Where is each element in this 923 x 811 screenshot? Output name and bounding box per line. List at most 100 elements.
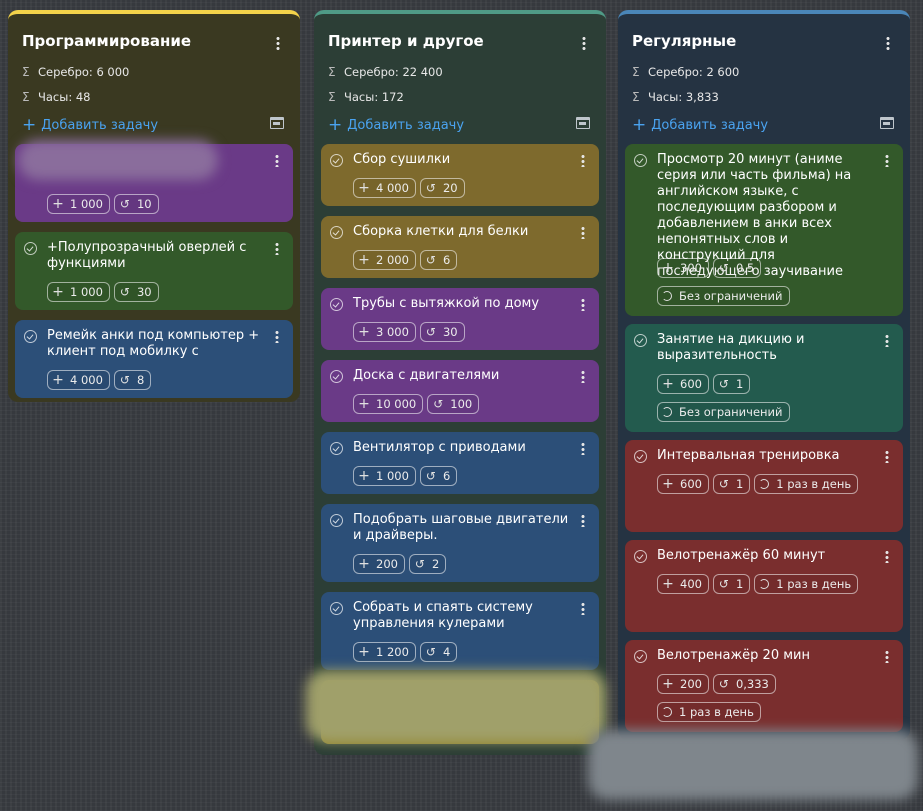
card-menu-icon[interactable] [581, 514, 585, 527]
card-chips: +10 000 ↺ 100 [353, 394, 480, 414]
board-view-icon[interactable] [880, 117, 894, 129]
plus-icon: + [358, 556, 370, 572]
check-circle-icon[interactable] [330, 602, 343, 615]
card-menu-icon[interactable] [581, 370, 585, 383]
card-chips: +1 000 ↺ 10 [47, 194, 159, 214]
task-card[interactable]: Велотренажёр 60 минут +400 ↺ 1 1 раз в де… [625, 540, 903, 632]
reward-chip: +200 [353, 554, 405, 574]
card-menu-icon[interactable] [885, 334, 889, 347]
task-card[interactable]: Сбор сушилки +4 000 ↺ 20 [321, 144, 599, 206]
redaction-smudge [306, 670, 606, 742]
card-chips: +400 ↺ 1 1 раз в день [657, 574, 859, 594]
schedule-chip: Без ограничений [657, 402, 790, 422]
stat-hours: Σ Часы: 48 [22, 90, 91, 104]
sigma-icon: Σ [632, 65, 640, 79]
column-title: Принтер и другое [328, 32, 484, 50]
history-icon: ↺ [718, 261, 729, 275]
sigma-icon: Σ [22, 65, 30, 79]
column-menu-icon[interactable] [582, 36, 586, 50]
card-chips: +4 000 ↺ 8 [47, 370, 152, 390]
reward-chip: +400 [657, 574, 709, 594]
check-circle-icon[interactable] [330, 154, 343, 167]
card-title: Вентилятор с приводами [353, 440, 526, 455]
card-menu-icon[interactable] [581, 226, 585, 239]
check-circle-icon[interactable] [330, 298, 343, 311]
history-icon: ↺ [718, 477, 729, 491]
check-circle-icon[interactable] [634, 450, 647, 463]
task-card[interactable]: +Полупрозрачный оверлей с функциями +1 0… [15, 232, 293, 310]
card-chips: +1 000 ↺ 6 [353, 466, 458, 486]
plus-icon: + [358, 396, 370, 412]
column-title: Программирование [22, 32, 192, 50]
check-circle-icon[interactable] [634, 650, 647, 663]
check-circle-icon[interactable] [634, 334, 647, 347]
add-task-button[interactable]: + Добавить задачу [632, 114, 768, 135]
card-chips: +1 000 ↺ 30 [47, 282, 159, 302]
card-menu-icon[interactable] [885, 450, 889, 463]
schedule-chip: 1 раз в день [754, 474, 859, 494]
task-card[interactable]: Просмотр 20 минут (аниме серия или часть… [625, 144, 903, 316]
repeat-chip: ↺ 1 [712, 574, 751, 594]
task-card[interactable]: Доска с двигателями +10 000 ↺ 100 [321, 360, 599, 422]
card-chips: +2 000 ↺ 6 [353, 250, 458, 270]
card-menu-icon[interactable] [275, 330, 279, 343]
history-icon: ↺ [119, 197, 130, 211]
board-view-icon[interactable] [576, 117, 590, 129]
reward-chip: +3 000 [353, 322, 416, 342]
card-title: Сбор сушилки [353, 152, 451, 167]
check-circle-icon[interactable] [24, 242, 37, 255]
column-menu-icon[interactable] [886, 36, 890, 50]
repeat-chip: ↺ 6 [419, 466, 458, 486]
task-card[interactable]: Занятие на дикцию и выразительность +600… [625, 324, 903, 432]
card-menu-icon[interactable] [885, 154, 889, 167]
board-view-icon[interactable] [270, 117, 284, 129]
check-circle-icon[interactable] [330, 514, 343, 527]
task-card[interactable]: Сборка клетки для белки +2 000 ↺ 6 [321, 216, 599, 278]
check-circle-icon[interactable] [634, 550, 647, 563]
reward-chip: +300 [657, 258, 709, 278]
plus-icon: + [662, 260, 674, 276]
column-programming: Программирование Σ Серебро: 6 000 Σ Часы: … [8, 10, 300, 402]
card-menu-icon[interactable] [581, 442, 585, 455]
history-icon: ↺ [433, 397, 444, 411]
plus-icon: + [662, 376, 674, 392]
card-menu-icon[interactable] [581, 154, 585, 167]
history-icon: ↺ [718, 377, 729, 391]
task-card[interactable]: Трубы с вытяжкой по дому +3 000 ↺ 30 [321, 288, 599, 350]
card-title: +Полупрозрачный оверлей с функциями [47, 240, 247, 271]
reward-chip: +4 000 [47, 370, 110, 390]
plus-icon: + [662, 476, 674, 492]
repeat-chip: ↺ 20 [419, 178, 465, 198]
repeat-chip: ↺ 0,5 [712, 258, 762, 278]
history-icon: ↺ [425, 469, 436, 483]
check-circle-icon[interactable] [24, 330, 37, 343]
task-card[interactable]: Интервальная тренировка +600 ↺ 1 1 раз в … [625, 440, 903, 532]
refresh-icon [662, 407, 672, 417]
task-card[interactable]: Велотренажёр 20 мин +200 ↺ 0,333 1 раз в … [625, 640, 903, 732]
stat-silver: Σ Серебро: 22 400 [328, 65, 443, 79]
check-circle-icon[interactable] [330, 226, 343, 239]
card-menu-icon[interactable] [885, 550, 889, 563]
check-circle-icon[interactable] [330, 370, 343, 383]
card-menu-icon[interactable] [885, 650, 889, 663]
column-header: Регулярные Σ Серебро: 2 600 Σ Часы: 3,833 … [618, 14, 910, 144]
card-menu-icon[interactable] [581, 298, 585, 311]
task-card[interactable]: Вентилятор с приводами +1 000 ↺ 6 [321, 432, 599, 494]
card-menu-icon[interactable] [581, 602, 585, 615]
check-circle-icon[interactable] [634, 154, 647, 167]
task-card[interactable]: Собрать и спаять систему управления куле… [321, 592, 599, 670]
repeat-chip: ↺ 4 [419, 642, 458, 662]
add-task-button[interactable]: + Добавить задачу [328, 114, 464, 135]
column-menu-icon[interactable] [276, 36, 280, 50]
card-title: Велотренажёр 20 мин [657, 648, 810, 663]
add-task-button[interactable]: + Добавить задачу [22, 114, 158, 135]
check-circle-icon[interactable] [330, 442, 343, 455]
sigma-icon: Σ [328, 90, 336, 104]
column-printer: Принтер и другое Σ Серебро: 22 400 Σ Часы:… [314, 10, 606, 755]
reward-chip: +4 000 [353, 178, 416, 198]
task-card[interactable]: Ремейк анки под компьютер + клиент под м… [15, 320, 293, 398]
task-card[interactable]: Подобрать шаговые двигатели и драйверы. … [321, 504, 599, 582]
card-menu-icon[interactable] [275, 242, 279, 255]
card-title: Собрать и спаять систему управления куле… [353, 600, 533, 631]
card-menu-icon[interactable] [275, 154, 279, 167]
